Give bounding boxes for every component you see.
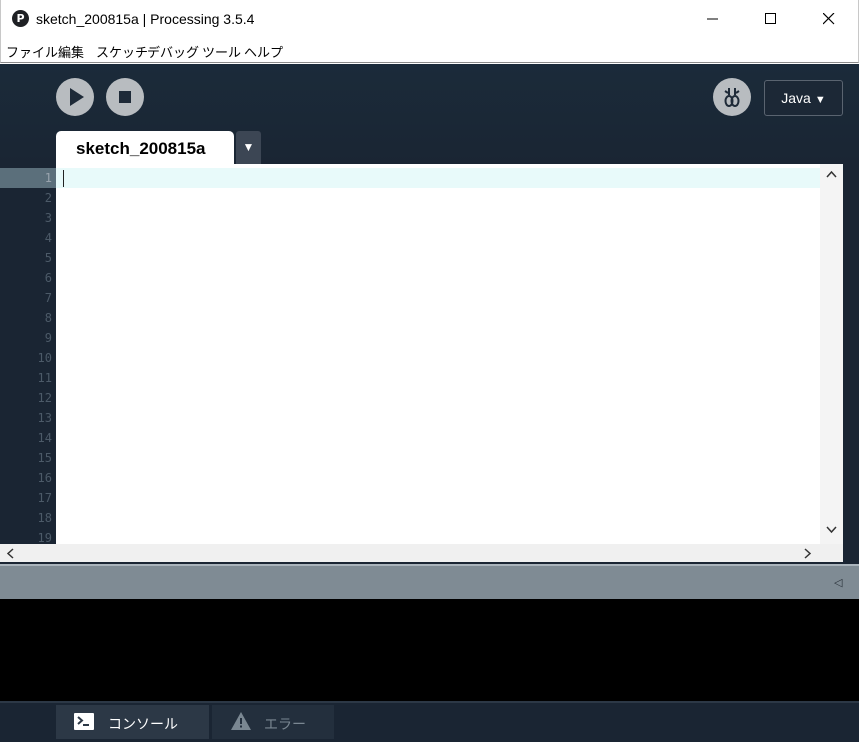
menu-tools[interactable]: ツール (202, 42, 241, 61)
triangle-down-icon: ▼ (242, 140, 255, 154)
collapse-arrow-icon[interactable]: ◁ (834, 576, 842, 589)
vertical-scrollbar[interactable] (820, 164, 843, 544)
line-number: 12 (37, 391, 52, 405)
warning-icon (231, 712, 251, 730)
horizontal-scrollbar[interactable] (0, 544, 820, 562)
close-icon (823, 13, 835, 25)
stop-button[interactable] (106, 78, 144, 116)
menu-debug[interactable]: デバッグ (147, 42, 199, 61)
line-number: 19 (37, 531, 52, 544)
line-number: 13 (37, 411, 52, 425)
title-bar: P sketch_200815a | Processing 3.5.4 (0, 0, 859, 38)
run-button[interactable] (56, 78, 94, 116)
error-tab-label: エラー (264, 717, 306, 733)
line-number: 7 (44, 291, 52, 305)
code-editor[interactable] (56, 164, 820, 544)
footer-tabs: コンソール エラー (0, 701, 859, 742)
line-number: 16 (37, 471, 52, 485)
toolbar: Java ▼ sketch_200815a ▼ (0, 64, 859, 164)
close-button[interactable] (800, 0, 858, 38)
scroll-right-icon[interactable] (804, 548, 812, 559)
processing-app-icon: P (12, 10, 29, 27)
mode-selector[interactable]: Java ▼ (764, 80, 843, 116)
menu-help[interactable]: ヘルプ (244, 42, 283, 61)
debugger-button[interactable] (713, 78, 751, 116)
menu-file[interactable]: ファイル (6, 42, 58, 61)
line-number: 6 (44, 271, 52, 285)
editor-panel: 1 2 3 4 5 6 7 8 9 10 11 12 13 14 15 16 17 18 19 (0, 164, 859, 564)
line-number: 14 (37, 431, 52, 445)
tab-console[interactable]: コンソール (56, 705, 209, 739)
text-caret (63, 170, 64, 187)
line-number: 1 (44, 171, 52, 185)
line-number: 8 (44, 311, 52, 325)
debugger-icon (724, 88, 740, 107)
line-number: 10 (37, 351, 52, 365)
tab-errors[interactable]: エラー (212, 705, 334, 739)
scrollbar-corner (820, 544, 843, 562)
minimize-icon (707, 18, 718, 20)
line-number: 2 (44, 191, 52, 205)
play-icon (70, 88, 84, 106)
console-icon (74, 713, 94, 730)
line-number: 18 (37, 511, 52, 525)
line-number: 3 (44, 211, 52, 225)
stop-icon (119, 91, 131, 103)
tab-sketch[interactable]: sketch_200815a (56, 131, 234, 164)
mode-label: Java (781, 90, 811, 106)
menu-bar: ファイル 編集 スケッチ デバッグ ツール ヘルプ (0, 38, 859, 63)
line-number: 4 (44, 231, 52, 245)
menu-edit[interactable]: 編集 (58, 42, 84, 61)
console-output[interactable] (0, 599, 859, 701)
menu-sketch[interactable]: スケッチ (96, 42, 148, 61)
line-number: 5 (44, 251, 52, 265)
maximize-icon (765, 13, 776, 24)
window-title: sketch_200815a | Processing 3.5.4 (36, 11, 255, 27)
line-number-gutter: 1 2 3 4 5 6 7 8 9 10 11 12 13 14 15 16 17 18 19 (0, 164, 56, 544)
tab-label: sketch_200815a (76, 139, 206, 158)
line-number: 15 (37, 451, 52, 465)
console-tab-label: コンソール (108, 717, 178, 733)
line-number: 11 (37, 371, 52, 385)
scroll-up-icon[interactable] (826, 170, 837, 178)
chevron-down-icon: ▼ (814, 94, 826, 106)
tab-menu-button[interactable]: ▼ (236, 131, 261, 164)
line-number: 17 (37, 491, 52, 505)
console-divider[interactable]: ◁ (0, 564, 859, 599)
line-number: 9 (44, 331, 52, 345)
maximize-button[interactable] (742, 0, 800, 38)
minimize-button[interactable] (684, 0, 742, 38)
scroll-left-icon[interactable] (6, 548, 14, 559)
current-line-highlight (56, 168, 820, 188)
scroll-down-icon[interactable] (826, 526, 837, 534)
